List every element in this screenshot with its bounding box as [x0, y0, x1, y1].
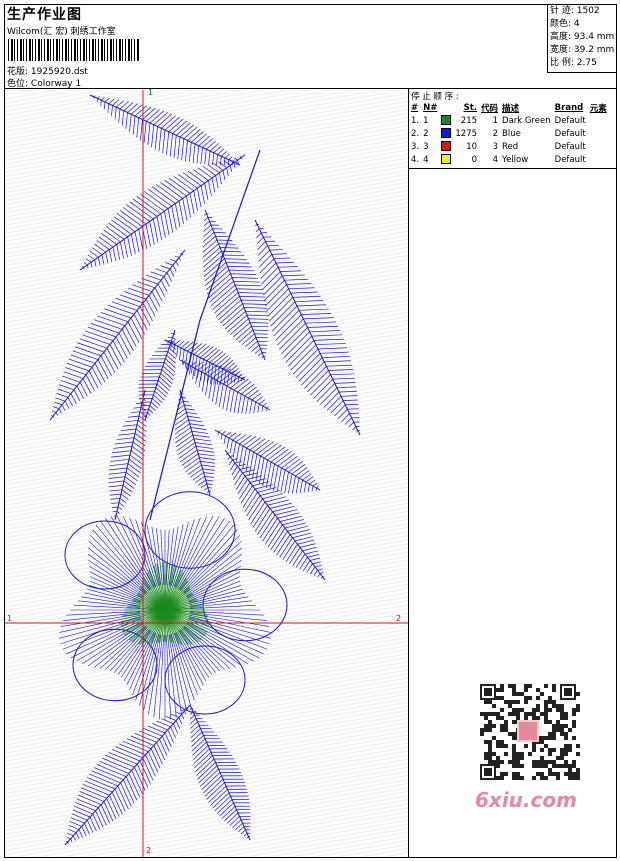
- row-index: 2.: [411, 128, 420, 139]
- colorway-label: 色位:: [7, 79, 29, 89]
- colorway-line: 色位: Colorway 1: [7, 76, 81, 89]
- col-header: N#: [423, 102, 438, 113]
- vertical-divider: [408, 89, 409, 858]
- embroidery-design: [5, 90, 408, 857]
- col-header: 描述: [502, 103, 520, 114]
- row-brand: Default: [554, 141, 586, 152]
- row-description: Red: [502, 141, 519, 152]
- barcode: [8, 39, 140, 61]
- watermark-logo: 6xiu.com: [475, 788, 577, 812]
- color-swatch-cell: [439, 114, 453, 127]
- row-element: [588, 153, 609, 166]
- stats-box: 针 迹: 1502 颜色: 4 高度: 93.4 mm 宽度: 39.2 mm …: [547, 4, 617, 73]
- row-description: Dark Green: [502, 115, 551, 126]
- col-header: St.: [463, 102, 478, 113]
- col-header: 代码: [481, 103, 499, 114]
- row-code: 3: [492, 141, 499, 152]
- color-swatch-cell: [439, 153, 453, 166]
- company-name: Wilcom(汇 宏) 刺绣工作室: [7, 27, 116, 37]
- axis-label-right: 2: [396, 614, 402, 623]
- colorway-value: Colorway 1: [30, 79, 82, 89]
- row-brand: Default: [554, 154, 586, 165]
- header: 生产作业图 Wilcom(汇 宏) 刺绣工作室 花版: 1925920.dst …: [4, 4, 617, 89]
- table-row: 1. 1 215 1 Dark Green Default: [409, 114, 609, 127]
- color-swatch-cell: [439, 140, 453, 153]
- row-number: 3: [423, 141, 429, 152]
- row-code: 1: [492, 115, 499, 126]
- row-stitches: 0: [471, 154, 478, 165]
- row-number: 2: [423, 128, 429, 139]
- col-header: 元素: [589, 103, 607, 114]
- color-swatch: [441, 154, 452, 165]
- row-stitches: 215: [460, 115, 478, 126]
- col-header: Brand: [554, 102, 584, 113]
- stat-height: 高度: 93.4 mm: [550, 32, 615, 42]
- axis-label-left: 1: [7, 614, 13, 623]
- row-element: [588, 140, 609, 153]
- row-index: 3.: [411, 141, 420, 152]
- row-stitches: 1275: [455, 128, 478, 139]
- stat-colors: 颜色: 4: [550, 19, 580, 29]
- row-stitches: 10: [466, 141, 478, 152]
- row-number: 1: [423, 115, 429, 126]
- stop-sequence-table: # N# St. 代码 描述 Brand 元素 1. 1 215 1 Dark Gree…: [409, 101, 609, 166]
- table-row: 4. 4 0 4 Yellow Default: [409, 153, 609, 166]
- color-swatch-cell: [439, 127, 453, 140]
- row-brand: Default: [554, 128, 586, 139]
- page-title: 生产作业图: [7, 7, 82, 23]
- design-canvas: 1 1 2 2: [5, 88, 408, 857]
- color-swatch: [441, 128, 452, 139]
- color-swatch: [441, 141, 452, 152]
- row-number: 4: [423, 154, 429, 165]
- table-row: 2. 2 1275 2 Blue Default: [409, 127, 609, 140]
- col-header: #: [411, 102, 419, 113]
- table-row: 3. 3 10 3 Red Default: [409, 140, 609, 153]
- stat-scale: 比 例: 2.75: [550, 58, 597, 68]
- color-swatch: [441, 115, 452, 126]
- axis-label-bottom: 2: [146, 846, 152, 855]
- col-header: [439, 101, 453, 114]
- stat-width: 宽度: 39.2 mm: [550, 45, 615, 55]
- qr-code: [470, 680, 590, 784]
- qr-code-image: [480, 684, 580, 784]
- axis-label-top: 1: [148, 88, 154, 97]
- row-description: Yellow: [502, 154, 529, 165]
- row-element: [588, 127, 609, 140]
- row-index: 4.: [411, 154, 420, 165]
- row-code: 2: [492, 128, 499, 139]
- row-description: Blue: [502, 128, 521, 139]
- row-code: 4: [492, 154, 499, 165]
- row-element: [588, 114, 609, 127]
- row-index: 1.: [411, 115, 420, 126]
- stop-sequence-panel: 停 止 顺 序 : # N# St. 代码 描述 Brand 元素 1. 1 215…: [409, 89, 617, 169]
- stat-stitches: 针 迹: 1502: [550, 6, 600, 16]
- row-brand: Default: [554, 115, 586, 126]
